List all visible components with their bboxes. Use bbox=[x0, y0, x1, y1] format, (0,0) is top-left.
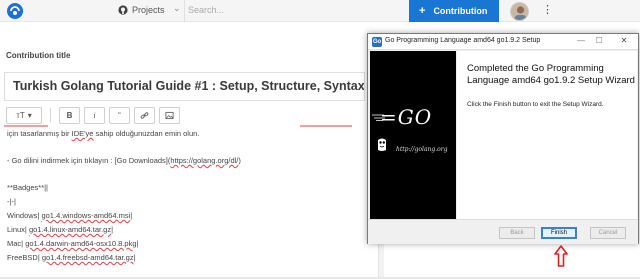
plus-icon: + bbox=[419, 5, 426, 17]
editor-line: Windows| go1.4.windows-amd64.msi| bbox=[7, 211, 132, 220]
text-run: FreeBSD| bbox=[7, 253, 42, 262]
text-run: ) bbox=[238, 156, 241, 165]
text-run: Linux| bbox=[7, 225, 29, 234]
text-run: sahip olduğunuzdan emin olun. bbox=[93, 129, 200, 138]
avatar[interactable] bbox=[510, 2, 529, 21]
setup-wizard-dialog: Go Go Programming Language amd64 go1.9.2… bbox=[367, 33, 639, 244]
text-run: go1.4.freebsd-amd64.tar.gz bbox=[41, 253, 134, 262]
chevron-down-icon: ▾ bbox=[27, 110, 32, 120]
editor-line: -|-| bbox=[7, 197, 16, 206]
dialog-footer: Back Finish Cancel bbox=[368, 219, 638, 244]
editor-line: FreeBSD| go1.4.freebsd-amd64.tar.gz| bbox=[7, 253, 136, 262]
gopher-icon bbox=[378, 138, 386, 151]
editor-line: **Badges**|| bbox=[7, 183, 49, 192]
cancel-button[interactable]: Cancel bbox=[590, 227, 626, 239]
search-input[interactable] bbox=[188, 2, 328, 18]
maximize-button[interactable]: ☐ bbox=[590, 36, 608, 45]
editor-line: Mac| go1.4.darwin-amd64-osx10.8.pkg| bbox=[7, 239, 138, 248]
text-run: | bbox=[130, 211, 133, 220]
wizard-heading: Completed the Go Programming Language am… bbox=[467, 63, 635, 86]
dialog-titlebar[interactable]: Go Go Programming Language amd64 go1.9.2… bbox=[368, 34, 638, 50]
kebab-menu-icon[interactable]: ⋮ bbox=[542, 3, 553, 17]
toolbar-divider bbox=[50, 108, 51, 122]
projects-button[interactable]: Projects bbox=[118, 3, 165, 17]
italic-button[interactable]: i bbox=[84, 106, 105, 124]
heading-label: ᴛT bbox=[16, 110, 25, 120]
back-button[interactable]: Back bbox=[499, 227, 535, 239]
text-run: | bbox=[136, 239, 139, 248]
contribution-title-label: Contribution title bbox=[6, 51, 71, 60]
top-navigation-bar: Projects ⌄ + Contribution ⋮ bbox=[0, 0, 640, 22]
text-run: go1.4.windows-amd64.msi bbox=[41, 211, 131, 220]
editor-toolbar: ᴛT ▾ B i “ bbox=[4, 104, 365, 126]
link-button[interactable] bbox=[134, 106, 155, 124]
heading-dropdown[interactable]: ᴛT ▾ bbox=[6, 106, 42, 124]
wizard-instructions: Click the Finish button to exit the Setu… bbox=[467, 101, 604, 108]
editor-line: Linux| go1.4.linux-amd64.tar.gz| bbox=[7, 225, 113, 234]
text-run: - Go dilini indirmek için tıklayın : [Go… bbox=[7, 156, 171, 165]
image-icon bbox=[165, 111, 174, 119]
contribution-button[interactable]: + Contribution bbox=[409, 0, 499, 22]
installer-icon: Go bbox=[372, 37, 382, 47]
bold-button[interactable]: B bbox=[59, 106, 80, 124]
text-run: IDE'ye bbox=[71, 129, 94, 138]
github-icon bbox=[118, 5, 128, 15]
minimize-button[interactable]: — bbox=[572, 36, 590, 45]
text-run: Mac| bbox=[7, 239, 26, 248]
text-run: go1.4.linux-amd64.tar.gz bbox=[28, 225, 112, 234]
text-run: go1.4.darwin-amd64-osx10.8.pkg bbox=[25, 239, 137, 248]
finish-button[interactable]: Finish bbox=[541, 227, 577, 239]
text-run: https://golang.org/dl/ bbox=[170, 156, 239, 165]
editor-line: - Go dilini indirmek için tıklayın : [Go… bbox=[7, 156, 241, 165]
chevron-down-icon[interactable]: ⌄ bbox=[173, 3, 181, 14]
dialog-title: Go Programming Language amd64 go1.9.2 Se… bbox=[385, 37, 541, 44]
divider bbox=[184, 0, 185, 22]
text-run: | bbox=[133, 253, 136, 262]
editor-line: için tasarlanmış bir IDE'ye sahip olduğu… bbox=[7, 129, 199, 138]
markdown-editor[interactable]: için tasarlanmış bir IDE'ye sahip olduğu… bbox=[4, 127, 380, 279]
image-button[interactable] bbox=[159, 106, 180, 124]
text-run: | bbox=[111, 225, 114, 234]
logo-icon[interactable] bbox=[6, 2, 24, 20]
annotation-arrow-icon bbox=[554, 245, 568, 267]
text-run: için tasarlanmış bir bbox=[7, 129, 72, 138]
wizard-content: Completed the Go Programming Language am… bbox=[457, 51, 637, 219]
golang-url: http://golang.org bbox=[396, 146, 448, 153]
contribution-label: Contribution bbox=[433, 6, 488, 16]
wizard-banner: =GO http://golang.org bbox=[370, 51, 456, 219]
close-button[interactable]: ✕ bbox=[615, 36, 633, 45]
contribution-title-input[interactable]: Turkish Golang Tutorial Guide #1 : Setup… bbox=[4, 72, 365, 101]
text-run: Windows| bbox=[7, 211, 42, 220]
avatar-image bbox=[511, 3, 528, 20]
go-logo: =GO bbox=[380, 105, 433, 129]
quote-button[interactable]: “ bbox=[109, 106, 130, 124]
link-icon bbox=[140, 111, 149, 119]
projects-label: Projects bbox=[132, 5, 165, 15]
